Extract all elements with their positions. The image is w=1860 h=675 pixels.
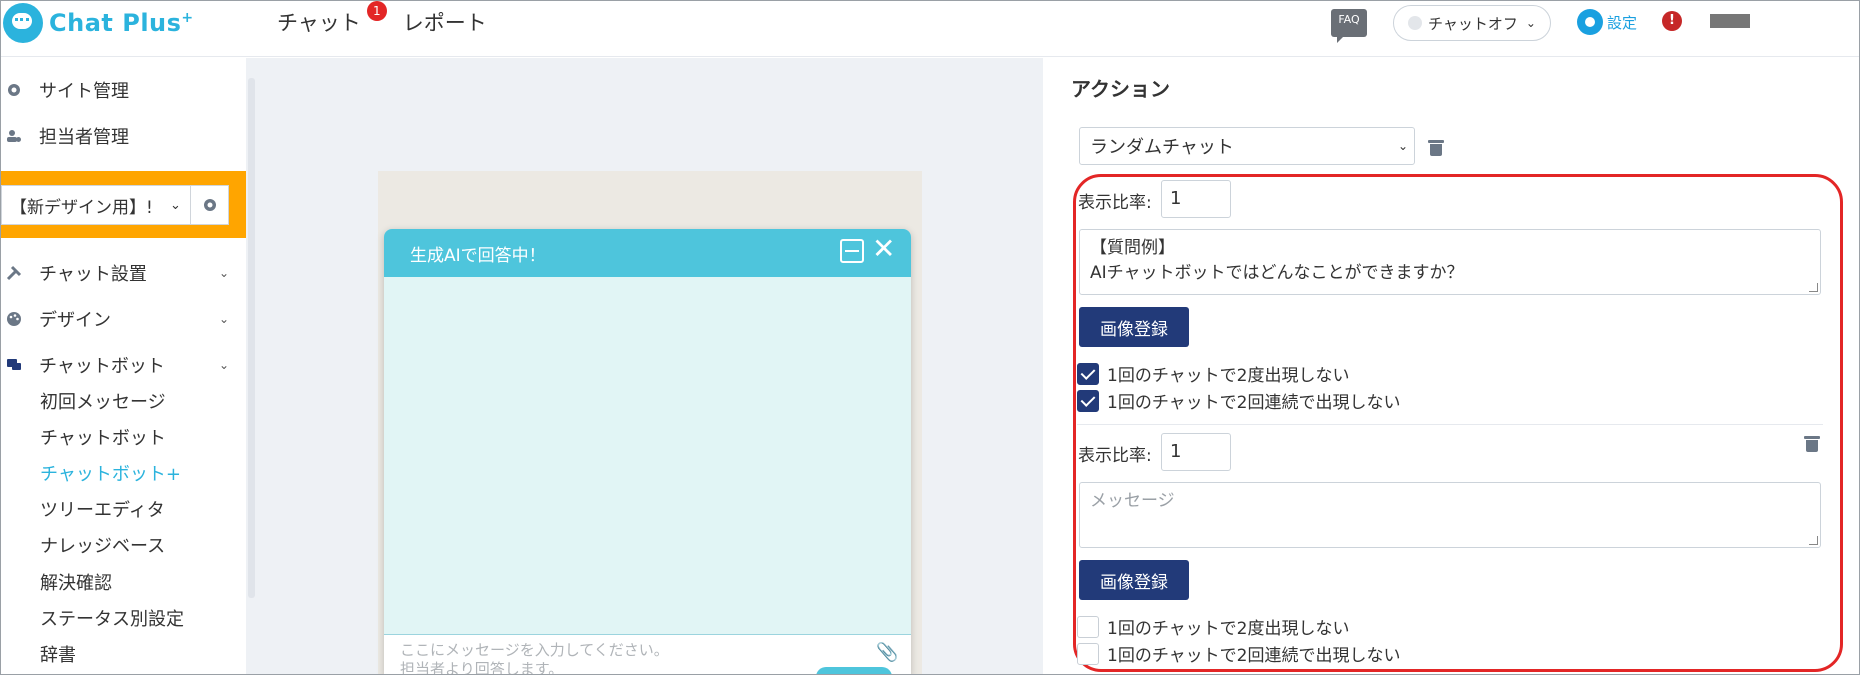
checkbox-label: 1回のチャットで2度出現しない [1107, 619, 1350, 639]
action-type-value: ランダムチャット [1090, 137, 1234, 158]
status-dot-icon [1408, 16, 1422, 30]
sidebar-subitem-chatbot-plus[interactable]: チャットボット+ [40, 460, 181, 486]
faq-icon[interactable]: FAQ [1331, 9, 1367, 43]
action-type-select[interactable]: ランダムチャット ⌄ [1079, 127, 1415, 165]
chat-status-dropdown[interactable]: チャットオフ ⌄ [1393, 5, 1551, 41]
chevron-down-icon: ⌄ [1525, 16, 1536, 30]
entry-divider [1077, 424, 1823, 425]
chat-input-placeholder-line1: ここにメッセージを入力してください。 [400, 641, 669, 659]
ratio-input-2[interactable]: 1 [1161, 433, 1231, 471]
sidebar-item-chat-install[interactable]: チャット設置 ⌄ [1, 260, 229, 286]
sidebar-item-label: チャットボット [39, 356, 165, 377]
settings-label: 設定 [1607, 13, 1638, 32]
sidebar-subitem-status-settings[interactable]: ステータス別設定 [40, 605, 184, 631]
chevron-down-icon: ⌄ [219, 358, 230, 372]
chat-widget-title: 生成AIで回答中！ [410, 245, 546, 266]
message-line: AIチャットボットではどんなことができますか？ [1090, 263, 1464, 283]
logo[interactable]: Chat Plus+ [3, 3, 194, 43]
send-button[interactable] [816, 667, 892, 674]
app-frame: Chat Plus+ チャット 1 レポート FAQ チャットオフ ⌄ 設定 ! [0, 0, 1860, 675]
sidebar-subitem-first-message[interactable]: 初回メッセージ [40, 388, 166, 414]
checkbox-label: 1回のチャットで2回連続で出現しない [1107, 393, 1401, 413]
alert-icon[interactable]: ! [1662, 11, 1682, 31]
sidebar-item-staff-admin[interactable]: 担当者管理 [1, 123, 129, 149]
chat-widget-preview: 生成AIで回答中！ ✕ ここにメッセージを入力してください。 担当者より回答しま… [384, 229, 911, 674]
trash-icon[interactable] [1804, 436, 1820, 452]
checkbox-unchecked[interactable] [1077, 642, 1099, 665]
checkbox-unchecked[interactable] [1077, 615, 1099, 638]
settings-link[interactable]: 設定 [1577, 9, 1637, 35]
site-select-value: 【新デザイン用】! [10, 197, 153, 218]
checkbox-checked[interactable] [1077, 389, 1099, 412]
chat-count-badge: 1 [366, 1, 387, 21]
sidebar-item-label: 担当者管理 [39, 127, 129, 148]
checkbox-label: 1回のチャットで2回連続で出現しない [1107, 646, 1401, 666]
sidebar-item-label: デザイン [39, 310, 111, 331]
chevron-down-icon: ⌄ [1398, 139, 1409, 153]
image-register-button-1[interactable]: 画像登録 [1079, 307, 1189, 347]
palette-icon [5, 310, 23, 328]
trash-icon[interactable] [1428, 140, 1444, 156]
user-gear-icon [5, 127, 23, 145]
chat-logo-icon [3, 3, 43, 43]
nav-report-label: レポート [402, 11, 487, 35]
chat-widget-header: 生成AIで回答中！ [384, 229, 911, 277]
ratio-input-1[interactable]: 1 [1161, 180, 1231, 218]
sidebar-item-label: チャット設置 [39, 264, 147, 285]
sidebar-subitem-chatbot[interactable]: チャットボット [40, 424, 166, 450]
checkbox-label: 1回のチャットで2度出現しない [1107, 366, 1350, 386]
option-no-consecutive-1[interactable]: 1回のチャットで2回連続で出現しない [1077, 388, 1400, 413]
chat-bubbles-icon [5, 356, 23, 374]
sidebar-item-label: サイト管理 [39, 81, 129, 102]
scrollbar-thumb[interactable] [248, 78, 255, 598]
message-textarea-1[interactable]: 【質問例】 AIチャットボットではどんなことができますか？ [1079, 229, 1821, 295]
site-settings-button[interactable] [191, 185, 229, 225]
sidebar-subitem-resolution-check[interactable]: 解決確認 [40, 569, 112, 595]
sidebar-item-site-admin[interactable]: サイト管理 [1, 77, 129, 103]
chevron-down-icon: ⌄ [170, 197, 181, 213]
option-no-consecutive-2[interactable]: 1回のチャットで2回連続で出現しない [1077, 641, 1400, 666]
message-placeholder: メッセージ [1090, 491, 1175, 511]
section-title: アクション [1071, 77, 1170, 101]
option-no-repeat-1[interactable]: 1回のチャットで2度出現しない [1077, 361, 1349, 386]
checkbox-checked[interactable] [1077, 362, 1099, 385]
sidebar-subitem-dictionary[interactable]: 辞書 [40, 641, 76, 667]
nav-chat[interactable]: チャット 1 [273, 1, 387, 39]
gear-icon [203, 199, 216, 211]
chat-widget-body [384, 277, 911, 633]
ratio-label: 表示比率: [1078, 193, 1152, 213]
option-no-repeat-2[interactable]: 1回のチャットで2度出現しない [1077, 614, 1349, 639]
sidebar-subitem-knowledge-base[interactable]: ナレッジベース [40, 532, 165, 558]
image-register-button-2[interactable]: 画像登録 [1079, 560, 1189, 600]
main-nav: チャット 1 レポート [273, 1, 491, 39]
message-textarea-2[interactable]: メッセージ [1079, 482, 1821, 548]
user-menu[interactable] [1710, 14, 1750, 28]
sidebar-scrollbar[interactable] [246, 58, 258, 674]
gear-icon [1577, 9, 1603, 35]
chevron-down-icon: ⌄ [219, 266, 230, 280]
close-icon[interactable]: ✕ [872, 235, 895, 263]
site-select-dropdown[interactable]: 【新デザイン用】! ⌄ [1, 185, 191, 225]
chat-status-label: チャットオフ [1428, 14, 1518, 33]
sidebar: サイト管理 担当者管理 【新デザイン用】! ⌄ チャット設置 ⌄ デザイン ⌄ … [1, 58, 246, 674]
tools-icon [5, 264, 23, 282]
chevron-down-icon: ⌄ [219, 312, 230, 326]
site-select-area: 【新デザイン用】! ⌄ [1, 171, 246, 238]
ratio-label: 表示比率: [1078, 446, 1152, 466]
sidebar-subitem-tree-editor[interactable]: ツリーエディタ [40, 496, 165, 522]
top-header: Chat Plus+ チャット 1 レポート FAQ チャットオフ ⌄ 設定 ! [1, 1, 1859, 57]
sidebar-item-design[interactable]: デザイン ⌄ [1, 306, 229, 332]
paperclip-icon[interactable]: 📎 [876, 643, 898, 662]
gear-icon [5, 81, 23, 99]
sidebar-item-chatbot[interactable]: チャットボット ⌄ [1, 352, 229, 378]
minimize-icon[interactable] [840, 239, 864, 263]
nav-chat-label: チャット [277, 11, 361, 35]
logo-text: Chat Plus+ [49, 9, 194, 37]
nav-report[interactable]: レポート [399, 5, 491, 39]
message-line: 【質問例】 [1090, 238, 1175, 258]
